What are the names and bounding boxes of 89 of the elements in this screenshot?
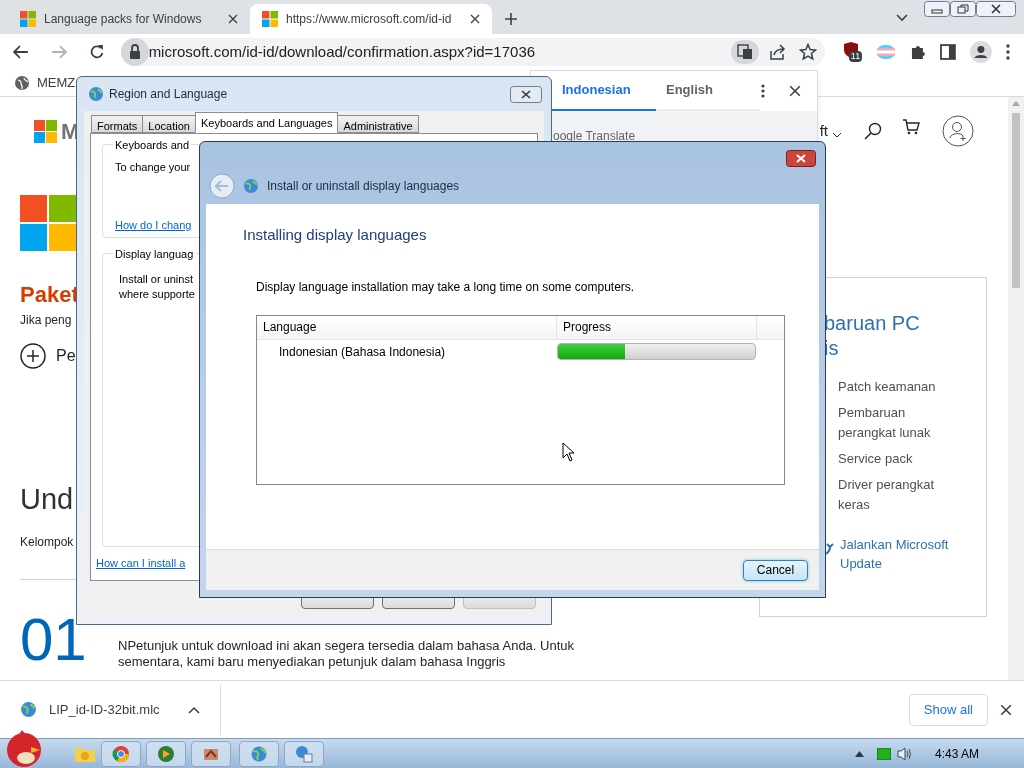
speaker-icon[interactable] (896, 746, 913, 761)
chevron-down-icon[interactable] (832, 132, 842, 138)
column-header[interactable]: Language (257, 315, 557, 339)
close-icon[interactable] (470, 14, 480, 24)
dialog-tab[interactable]: Administrative (337, 115, 419, 133)
address-bar[interactable]: microsoft.com/id-id/download/confirmation.aspx?id=17036 (120, 38, 825, 66)
profile-icon[interactable] (942, 115, 974, 147)
restore-icon[interactable] (950, 1, 976, 17)
group-text: Install or uninst where supporte (118, 271, 195, 302)
microsoft-logo-icon (20, 11, 36, 27)
update-link[interactable]: Jalankan Microsoft Update (840, 535, 960, 573)
taskbar-button[interactable] (146, 740, 186, 767)
feature-item: Service pack (838, 450, 914, 468)
taskbar-button[interactable] (101, 740, 141, 767)
page-heading: Paket (20, 281, 79, 309)
dialog-tab[interactable]: Location (142, 115, 196, 133)
section-heading: Und (20, 482, 74, 517)
wizard-heading: Installing display languages (243, 225, 428, 245)
feature-item: Driver perangkat keras (838, 476, 936, 514)
wizard-note: Display language installation may take a long time on some computers. (256, 278, 636, 296)
microsoft-logo-icon (34, 119, 57, 143)
new-tab-icon[interactable] (504, 12, 518, 26)
close-icon[interactable] (789, 85, 801, 97)
microsoft-logo-icon (262, 11, 278, 27)
scroll-thumb[interactable] (1012, 113, 1020, 288)
dialog-tab[interactable]: Formats (91, 115, 144, 133)
help-link[interactable]: How do I chang (113, 216, 192, 233)
browser-icon (112, 744, 130, 763)
tab-title: Language packs for Windows (44, 11, 203, 28)
taskbar-button[interactable] (191, 740, 231, 767)
cursor-icon (562, 441, 575, 462)
profile-icon[interactable] (970, 41, 993, 63)
reload-icon[interactable] (88, 44, 105, 60)
side-panel-icon[interactable] (940, 44, 957, 60)
section-text: Kelompok (20, 534, 74, 551)
share-icon[interactable] (768, 43, 787, 61)
lock-icon[interactable] (120, 38, 149, 66)
microsoft-logo (20, 195, 76, 251)
show-all-button[interactable]: Show all (908, 693, 988, 726)
menu-icon[interactable] (1006, 44, 1011, 60)
column-header[interactable]: Progress (557, 315, 757, 339)
close-icon[interactable] (1000, 703, 1012, 716)
close-icon[interactable] (228, 14, 238, 24)
search-icon[interactable] (864, 122, 882, 140)
clock[interactable]: 4:43 AM (934, 744, 979, 763)
expand-link[interactable]: Pe (20, 343, 76, 369)
scrollbar[interactable] (1008, 97, 1024, 680)
window-title: Region and Language (109, 86, 228, 103)
table-cell-text: Indonesian (Bahasa Indonesia) (278, 343, 447, 361)
item-number: 01 (20, 612, 88, 668)
globe-icon (15, 76, 29, 90)
nav-menu[interactable]: ft (819, 119, 828, 143)
group-text: To change your (114, 159, 191, 175)
close-icon[interactable] (786, 150, 816, 167)
network-icon[interactable] (876, 747, 891, 760)
taskbar-button[interactable] (284, 740, 324, 767)
start-button[interactable] (4, 730, 44, 768)
language-icon (295, 744, 313, 763)
chevron-up-icon[interactable] (187, 705, 200, 714)
item-description: NPetunjuk untuk download ini akan segera tersedia dalam bahasa Anda. Untuk sementara, kami baru menyediakan petunjuk dalam bahasa Inggris (118, 638, 576, 670)
globe-icon (243, 177, 259, 194)
window-title: Install or uninstall display languages (267, 177, 460, 195)
intro-text: Jika peng (20, 312, 72, 329)
tab-title: https://www.microsoft.com/id-id (286, 11, 453, 28)
star-icon[interactable] (798, 43, 817, 61)
media-player-icon (157, 744, 175, 763)
dialog-tab[interactable]: Keyboards and Languages (194, 112, 339, 133)
back-icon[interactable] (13, 44, 29, 60)
feature-item: Patch keamanan (838, 378, 937, 396)
browser-tab[interactable]: https://www.microsoft.com/id-id (250, 4, 492, 34)
extension-badge: 11 (848, 51, 863, 62)
feature-item: Pembaruan perangkat lunak (838, 404, 932, 442)
minimize-icon[interactable] (924, 1, 950, 17)
cart-icon[interactable] (902, 118, 920, 136)
close-icon[interactable] (976, 1, 1016, 17)
bookmark[interactable]: MEMZ (15, 73, 76, 93)
show-hidden-icons-icon[interactable] (854, 750, 864, 757)
cancel-button[interactable]: Cancel (743, 559, 808, 581)
download-filename[interactable]: LIP_id-ID-32bit.mlc (49, 699, 160, 720)
taskbar-button[interactable] (239, 740, 279, 767)
globe-icon (88, 86, 104, 102)
help-link[interactable]: How can I install a (96, 555, 186, 572)
translate-icon[interactable] (730, 40, 759, 64)
close-icon[interactable] (510, 85, 542, 103)
chevron-down-icon[interactable] (896, 14, 908, 22)
more-icon[interactable] (761, 84, 765, 98)
globe-icon (250, 744, 268, 763)
file-icon (20, 701, 37, 718)
url-text: microsoft.com/id-id/download/confirmation.aspx?id=17036 (148, 41, 536, 62)
